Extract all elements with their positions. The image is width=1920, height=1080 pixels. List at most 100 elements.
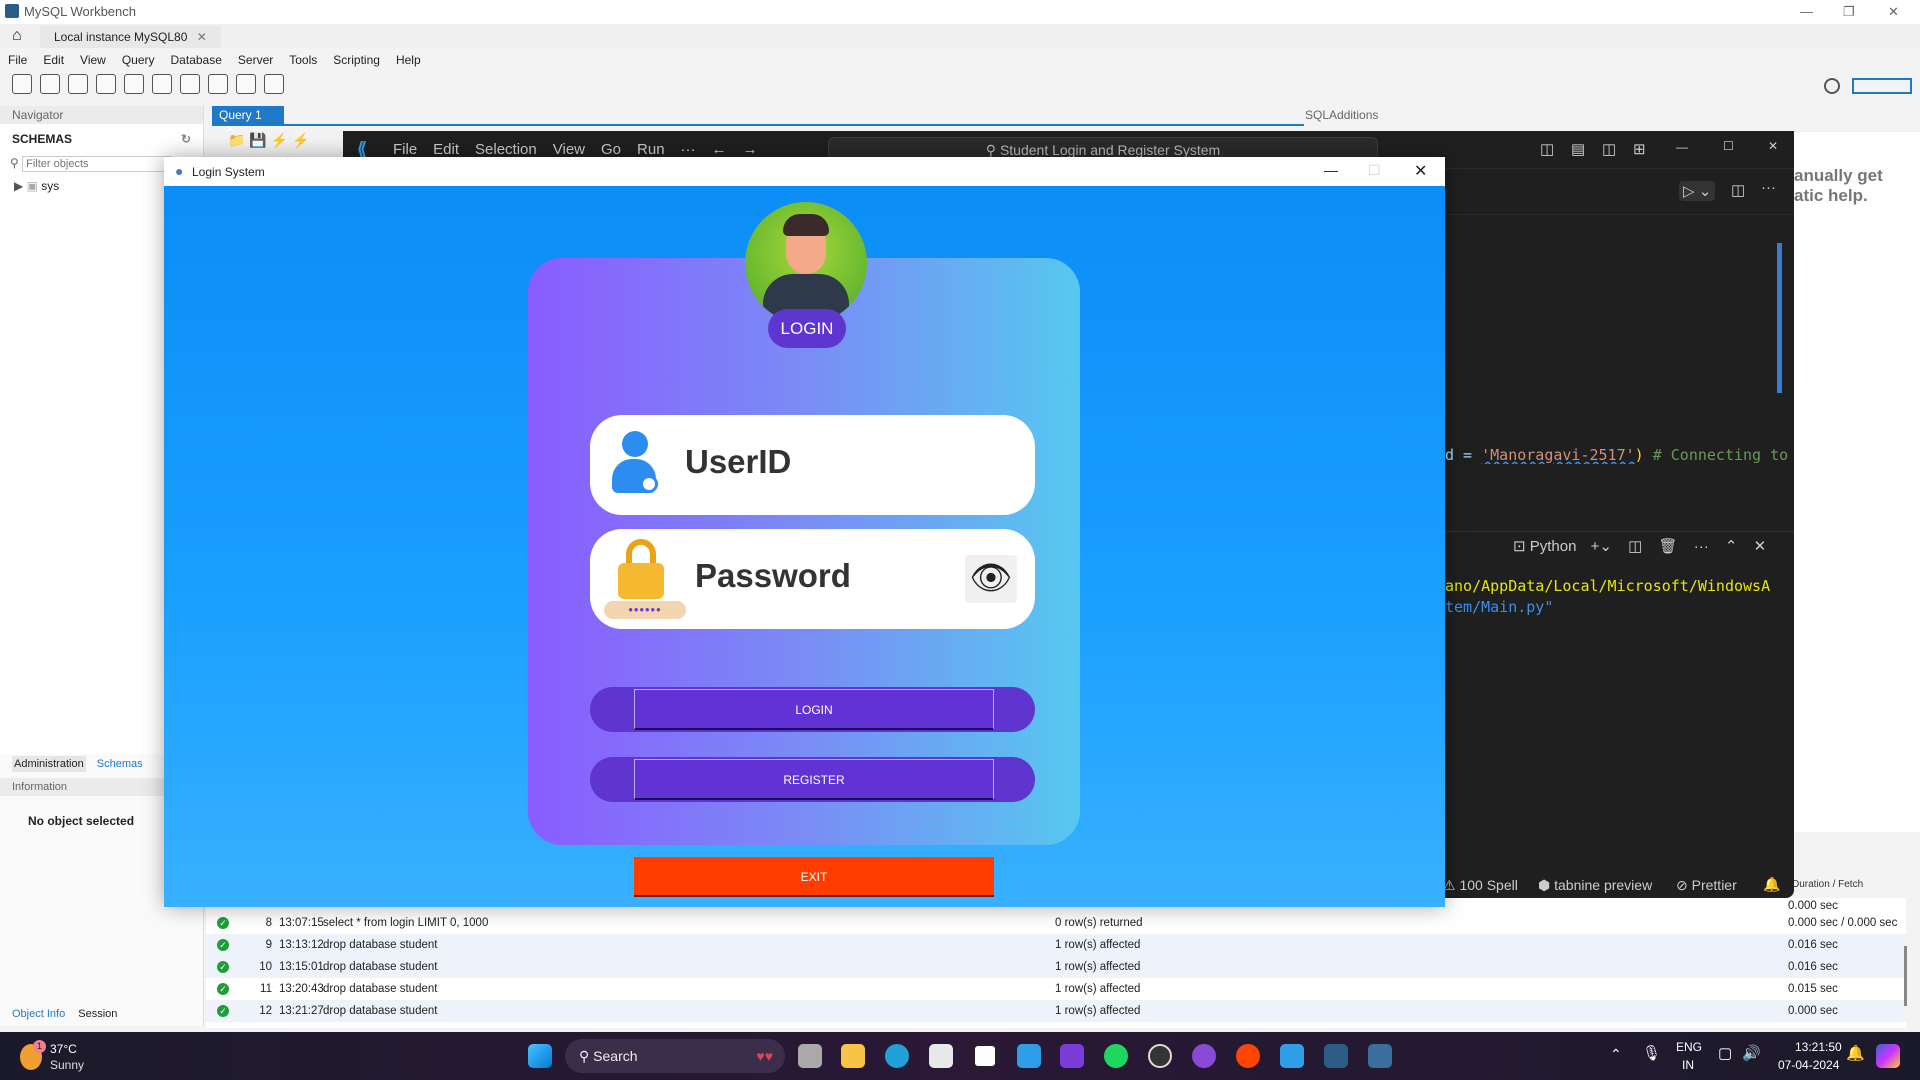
more-actions-icon[interactable]: ··· [1761, 179, 1776, 196]
vs-close-button[interactable]: ✕ [1768, 139, 1778, 153]
schema-sys[interactable]: sys [41, 179, 59, 193]
obs-icon[interactable] [1148, 1044, 1172, 1068]
toggle-secondary-sidebar-icon[interactable]: ◫ [1602, 140, 1616, 158]
log-row[interactable]: ✓ 11 13:20:43 drop database student 1 row(s)… [206, 978, 1906, 1000]
github-desktop-icon[interactable] [1192, 1044, 1216, 1068]
tab-object-info[interactable]: Object Info [12, 1008, 65, 1020]
volume-icon[interactable]: 🔊 [1742, 1044, 1761, 1062]
login-button[interactable]: LOGIN [634, 689, 994, 730]
execute-icon[interactable]: ⚡ [271, 132, 288, 148]
restore-button[interactable]: ❐ [1843, 4, 1855, 20]
new-sql-tab-icon[interactable] [12, 74, 32, 94]
create-view-icon[interactable] [152, 74, 172, 94]
back-arrow-icon[interactable]: ← [712, 141, 727, 158]
create-schema-icon[interactable] [96, 74, 116, 94]
prettier-status[interactable]: ⊘ Prettier [1676, 877, 1737, 894]
expand-arrow-icon[interactable]: ▶ [14, 179, 23, 193]
copilot-icon[interactable] [1876, 1044, 1900, 1068]
tab-session[interactable]: Session [78, 1008, 117, 1020]
login-minimize-button[interactable]: — [1324, 162, 1338, 178]
weather-desc[interactable]: Sunny [50, 1058, 84, 1072]
vs-menu-run[interactable]: Run [637, 141, 665, 158]
weather-temp[interactable]: 37°C [50, 1042, 77, 1056]
trash-icon[interactable]: 🗑 [1658, 538, 1677, 555]
menu-server[interactable]: Server [238, 50, 273, 70]
taskbar-search[interactable]: ⚲ Search ♥♥ [565, 1039, 785, 1073]
python-icon[interactable] [1368, 1044, 1392, 1068]
toggle-panel-icon[interactable]: ▤ [1571, 140, 1585, 158]
menu-database[interactable]: Database [171, 50, 222, 70]
spell-status[interactable]: ⚠ 100 Spell [1443, 877, 1518, 894]
vs-menu-more[interactable]: ··· [681, 141, 696, 158]
editor-scrollbar[interactable] [1777, 243, 1782, 393]
create-procedure-icon[interactable] [180, 74, 200, 94]
customize-layout-icon[interactable]: ⊞ [1633, 140, 1646, 158]
tab-administration[interactable]: Administration [12, 756, 86, 772]
menu-file[interactable]: File [8, 50, 27, 70]
search-table-data-icon[interactable] [236, 74, 256, 94]
menu-tools[interactable]: Tools [289, 50, 317, 70]
vs-minimize-button[interactable]: — [1676, 140, 1688, 154]
vs-maximize-button[interactable]: ☐ [1723, 139, 1734, 153]
network-icon[interactable]: ▢ [1718, 1044, 1732, 1062]
language-indicator[interactable]: ENG [1676, 1040, 1702, 1054]
forward-arrow-icon[interactable]: → [743, 141, 758, 158]
intellij-icon[interactable] [1060, 1044, 1084, 1068]
toggle-sidebar-icon[interactable]: ◫ [1540, 140, 1554, 158]
store-icon[interactable] [929, 1044, 953, 1068]
notion-icon[interactable] [973, 1044, 997, 1068]
task-view-icon[interactable] [798, 1044, 822, 1068]
open-sql-script-icon[interactable] [40, 74, 60, 94]
create-function-icon[interactable] [208, 74, 228, 94]
vs-menu-edit[interactable]: Edit [433, 141, 459, 158]
mysql-workbench-taskbar-icon[interactable] [1324, 1044, 1348, 1068]
menu-edit[interactable]: Edit [43, 50, 64, 70]
log-row[interactable]: ✓ 12 13:21:27 drop database student 1 row(s)… [206, 1000, 1906, 1022]
register-button[interactable]: REGISTER [634, 759, 994, 800]
userid-field[interactable]: UserID [590, 415, 1035, 515]
show-hidden-icons[interactable]: ⌃ [1610, 1046, 1622, 1063]
show-password-eye-icon[interactable]: 👁 [965, 555, 1017, 603]
tab-schemas[interactable]: Schemas [97, 758, 143, 770]
region-indicator[interactable]: IN [1682, 1058, 1694, 1072]
menu-scripting[interactable]: Scripting [333, 50, 380, 70]
create-table-icon[interactable] [124, 74, 144, 94]
query-tab[interactable]: Query 1 ✕ [212, 106, 284, 136]
save-icon[interactable]: 💾 [249, 132, 266, 148]
clock-date[interactable]: 07-04-2024 [1778, 1058, 1839, 1072]
start-button-icon[interactable] [528, 1044, 552, 1068]
code-line[interactable]: d = 'Manoragavi-2517') # Connecting to [1445, 446, 1795, 464]
tabnine-status[interactable]: ⬢ tabnine preview [1538, 877, 1652, 894]
close-panel-icon[interactable]: ✕ [1754, 538, 1767, 555]
vs-menu-selection[interactable]: Selection [475, 141, 537, 158]
reconnect-icon[interactable] [264, 74, 284, 94]
password-field[interactable]: •••••• Password 👁 [590, 529, 1035, 629]
edge-icon[interactable] [885, 1044, 909, 1068]
vs-menu-view[interactable]: View [553, 141, 585, 158]
notification-bell-icon[interactable]: 🔔 [1846, 1044, 1865, 1062]
open-file-icon[interactable]: 📁 [228, 132, 245, 148]
close-tab-icon[interactable]: ✕ [197, 30, 207, 44]
notifications-bell-icon[interactable]: 🔔 [1763, 876, 1780, 893]
filter-input[interactable] [22, 156, 173, 172]
log-row[interactable]: ✓ 9 13:13:12 drop database student 1 row(s) … [206, 934, 1906, 956]
inspector-icon[interactable] [68, 74, 88, 94]
vscode-taskbar-icon[interactable] [1017, 1044, 1041, 1068]
execute-current-icon[interactable]: ⚡ [292, 132, 309, 148]
log-row[interactable]: ✓ 8 13:07:15 select * from login LIMIT 0, 1… [206, 912, 1906, 934]
minimize-button[interactable]: — [1800, 4, 1813, 19]
clock-time[interactable]: 13:21:50 [1795, 1040, 1842, 1054]
split-editor-icon[interactable]: ◫ [1731, 181, 1745, 199]
microphone-icon[interactable]: 🎙 [1642, 1044, 1661, 1062]
todo-icon[interactable] [1280, 1044, 1304, 1068]
terminal-name[interactable]: Python [1530, 538, 1577, 555]
login-close-button[interactable]: ✕ [1414, 161, 1427, 181]
menu-query[interactable]: Query [122, 50, 155, 70]
home-icon[interactable]: ⌂ [12, 27, 22, 45]
new-terminal-icon[interactable]: +⌄ [1591, 538, 1612, 555]
layout-toggle-icons[interactable] [1852, 78, 1912, 94]
menu-view[interactable]: View [80, 50, 106, 70]
log-scrollbar[interactable] [1904, 946, 1907, 1006]
vs-menu-go[interactable]: Go [601, 141, 621, 158]
split-terminal-icon[interactable]: ◫ [1628, 538, 1642, 555]
